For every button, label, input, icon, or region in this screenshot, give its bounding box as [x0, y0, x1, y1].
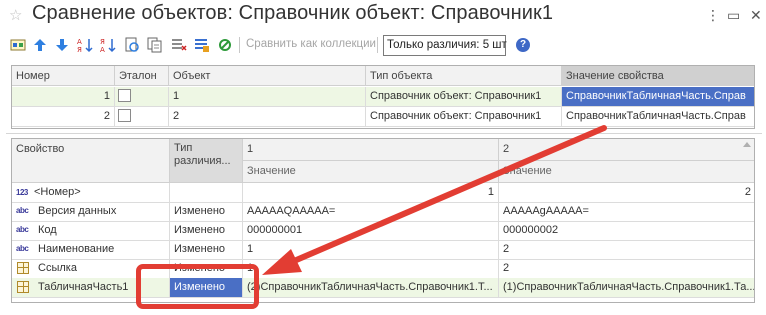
- annotation-overlay: [262, 125, 607, 275]
- annotation-arrow-line: [291, 125, 607, 264]
- annotation-highlight-box: [136, 264, 259, 309]
- annotation-arrowhead: [262, 249, 302, 275]
